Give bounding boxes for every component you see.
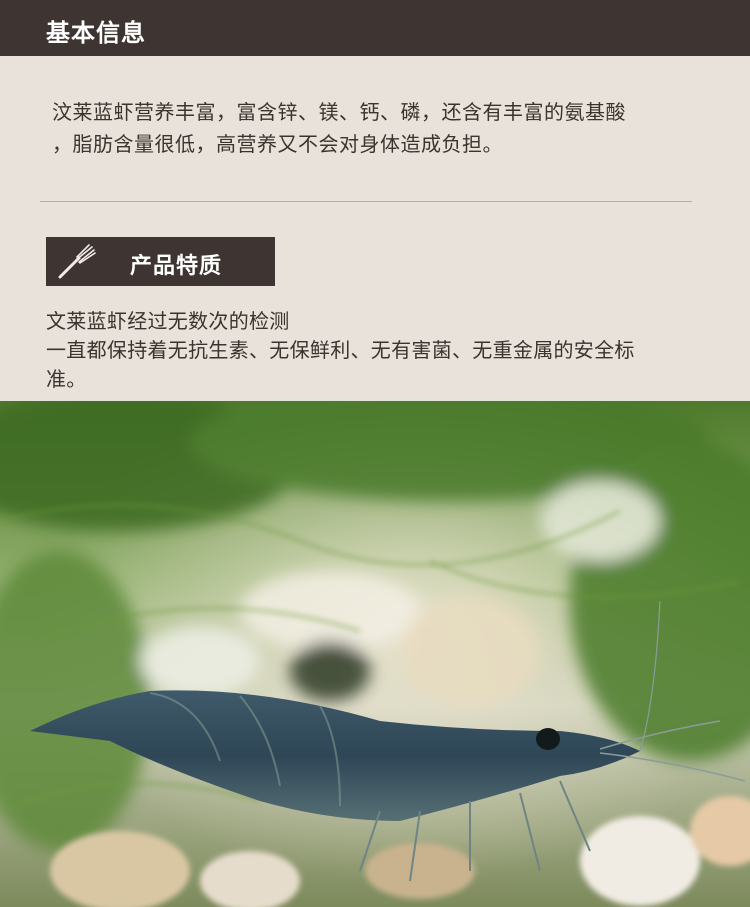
quality-title: 产品特质 bbox=[130, 254, 223, 279]
intro-text: 汶莱蓝虾营养丰富，富含锌、镁、钙、磷，还含有丰富的氨基酸 ，脂肪含量很低，高营养… bbox=[52, 96, 702, 160]
section-header: 基本信息 bbox=[0, 0, 750, 56]
shrimp-photo bbox=[0, 401, 750, 907]
quality-line: 一直都保持着无抗生素、无保鲜利、无有害菌、无重金属的安全标 bbox=[46, 338, 635, 362]
quality-line: 文莱蓝虾经过无数次的检测 bbox=[46, 309, 290, 333]
quality-line: 准。 bbox=[46, 367, 87, 391]
fork-icon bbox=[58, 244, 96, 279]
divider bbox=[40, 201, 692, 202]
quality-badge: 产品特质 bbox=[46, 237, 275, 286]
quality-text: 文莱蓝虾经过无数次的检测 一直都保持着无抗生素、无保鲜利、无有害菌、无重金属的安… bbox=[46, 307, 716, 394]
section-title: 基本信息 bbox=[46, 19, 146, 47]
product-photo bbox=[0, 401, 750, 907]
intro-line: ，脂肪含量很低，高营养又不会对身体造成负担。 bbox=[52, 132, 503, 156]
intro-line: 汶莱蓝虾营养丰富，富含锌、镁、钙、磷，还含有丰富的氨基酸 bbox=[52, 100, 626, 124]
